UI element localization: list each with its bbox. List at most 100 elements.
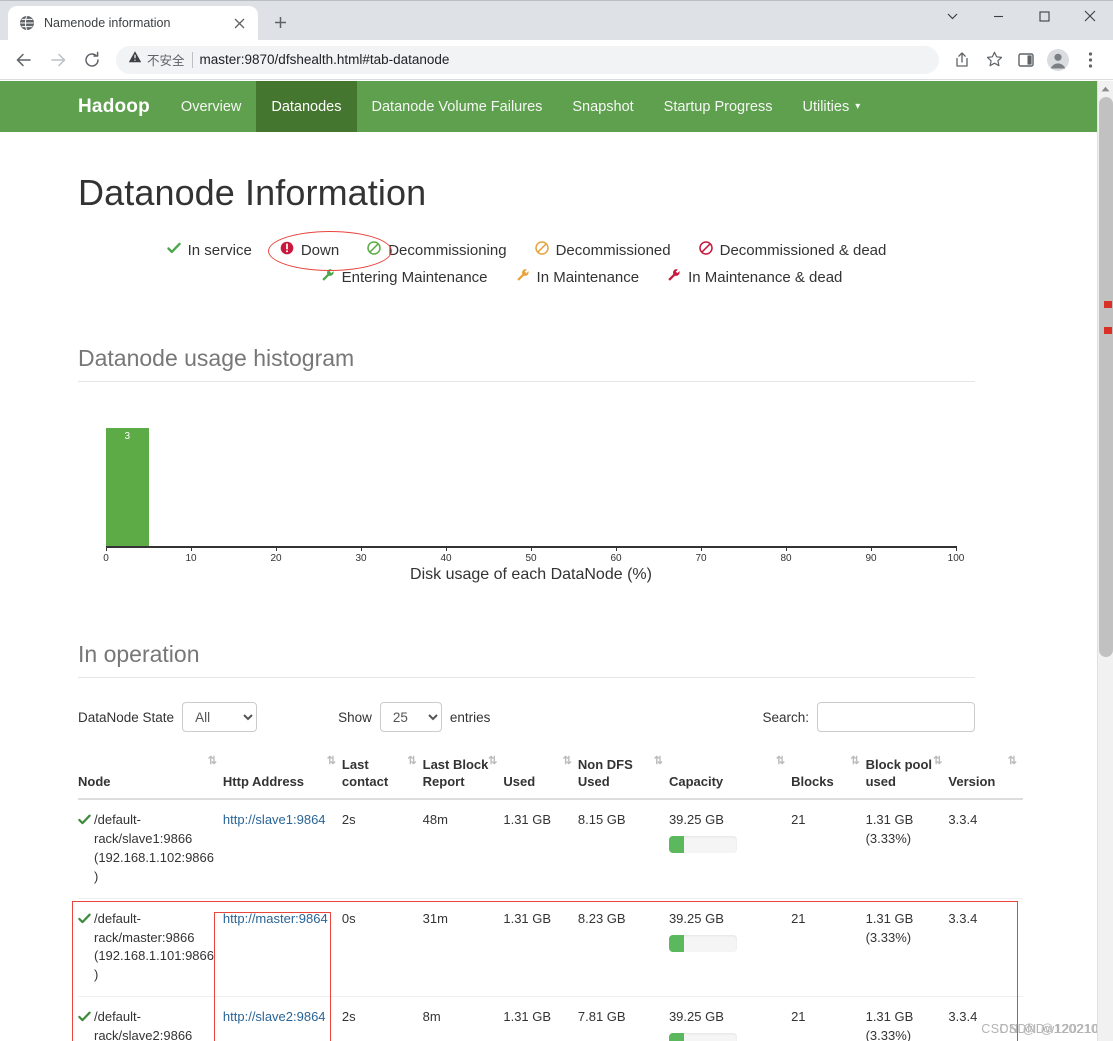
page-scrollbar[interactable] (1097, 81, 1113, 1041)
histogram-tick (531, 546, 532, 551)
window-close-icon[interactable] (1067, 0, 1113, 32)
scrollbar-thumb[interactable] (1099, 97, 1113, 657)
histogram-tick (361, 546, 362, 551)
http-address-link[interactable]: http://slave1:9864 (223, 812, 326, 827)
http-address-link[interactable]: http://master:9864 (223, 911, 328, 926)
cell-version: 3.3.4 (948, 799, 1023, 898)
show-label: Show (338, 710, 372, 725)
histogram-tick-label: 40 (440, 553, 451, 564)
nav-item-utilities[interactable]: Utilities ▾ (787, 81, 875, 132)
histogram-tick-label: 90 (865, 553, 876, 564)
tabstrip: Namenode information (0, 0, 929, 40)
chevron-down-icon[interactable] (929, 0, 975, 32)
legend-in-service: In service (153, 241, 266, 260)
scroll-up-arrow-icon[interactable] (1098, 81, 1113, 97)
nav-item-overview[interactable]: Overview (166, 81, 256, 132)
histogram-bar: 3 (106, 428, 149, 546)
cell-node: /default-rack/slave1:9866 (192.168.1.102… (78, 799, 223, 898)
sort-updown-icon: ⇅ (1008, 754, 1015, 769)
reload-icon[interactable] (76, 44, 108, 76)
table-row[interactable]: /default-rack/slave2:9866 (192.168.1.103… (78, 997, 1023, 1041)
column-label: Used (503, 774, 535, 789)
cell-non-dfs-used: 8.23 GB (578, 898, 669, 996)
hadoop-navbar: Hadoop Overview Datanodes Datanode Volum… (0, 81, 1113, 132)
avatar-icon[interactable] (1043, 45, 1073, 75)
node-name: /default-rack/slave1:9866 (192.168.1.102… (94, 811, 215, 886)
nav-item-datanodes[interactable]: Datanodes (256, 81, 356, 132)
table-row[interactable]: /default-rack/master:9866 (192.168.1.101… (78, 898, 1023, 996)
legend-label: In service (188, 242, 252, 259)
star-icon[interactable] (979, 45, 1009, 75)
cell-used: 1.31 GB (503, 898, 578, 996)
histogram-tick-label: 20 (270, 553, 281, 564)
sort-updown-icon: ⇅ (933, 754, 940, 769)
url-text: master:9870/dfshealth.html#tab-datanode (200, 52, 450, 67)
column-header-last-contact[interactable]: ⇅ Last contact (342, 752, 423, 799)
page-content: Datanode Information In service Down (0, 172, 1053, 1041)
column-header-http-address[interactable]: ⇅ Http Address (223, 752, 342, 799)
address-bar[interactable]: 不安全 master:9870/dfshealth.html#tab-datan… (116, 46, 939, 74)
forward-arrow-icon[interactable] (42, 44, 74, 76)
cell-last-contact: 2s (342, 799, 423, 898)
hadoop-brand[interactable]: Hadoop (62, 81, 166, 132)
histogram-tick-label: 80 (780, 553, 791, 564)
datanodes-table-body: /default-rack/slave1:9866 (192.168.1.102… (78, 799, 1023, 1041)
share-icon[interactable] (947, 45, 977, 75)
legend-decommissioning: Decommissioning (353, 241, 520, 260)
back-arrow-icon[interactable] (8, 44, 40, 76)
close-icon[interactable] (231, 15, 248, 32)
column-header-used[interactable]: ⇅ Used (503, 752, 578, 799)
minimize-icon[interactable] (975, 0, 1021, 32)
column-header-non-dfs-used[interactable]: ⇅ Non DFS Used (578, 752, 669, 799)
sort-updown-icon: ⇅ (208, 754, 215, 769)
histogram-x-axis-label: Disk usage of each DataNode (%) (78, 566, 984, 584)
browser-toolbar: 不安全 master:9870/dfshealth.html#tab-datan… (0, 40, 1113, 80)
side-panel-icon[interactable] (1011, 45, 1041, 75)
browser-tab[interactable]: Namenode information (8, 6, 258, 40)
wrench-icon (321, 268, 335, 287)
column-label: Last Block Report (423, 757, 489, 789)
histogram-tick (786, 546, 787, 551)
capacity-progress-fill (669, 1033, 684, 1041)
legend-label: In Maintenance & dead (688, 269, 842, 286)
http-address-link[interactable]: http://slave2:9864 (223, 1009, 326, 1024)
column-label: Non DFS Used (578, 757, 633, 789)
nav-item-snapshot[interactable]: Snapshot (557, 81, 648, 132)
entries-length-select[interactable]: 25 (380, 702, 442, 732)
cell-used: 1.31 GB (503, 799, 578, 898)
new-tab-button[interactable] (265, 7, 295, 37)
cell-used: 1.31 GB (503, 997, 578, 1041)
column-header-last-block-report[interactable]: ⇅ Last Block Report (423, 752, 504, 799)
column-header-version[interactable]: ⇅ Version (948, 752, 1023, 799)
histogram-tick-label: 70 (695, 553, 706, 564)
column-label: Version (948, 774, 995, 789)
legend-label: Decommissioning (388, 242, 506, 259)
cell-http-address[interactable]: http://master:9864 (223, 898, 342, 996)
security-status[interactable]: 不安全 (128, 50, 185, 69)
legend-label: Entering Maintenance (342, 269, 488, 286)
nav-item-datanode-volume-failures[interactable]: Datanode Volume Failures (357, 81, 558, 132)
node-name: /default-rack/slave2:9866 (192.168.1.103… (94, 1008, 215, 1041)
search-input[interactable] (817, 702, 975, 732)
table-row[interactable]: /default-rack/slave1:9866 (192.168.1.102… (78, 799, 1023, 898)
column-header-node[interactable]: ⇅ Node (78, 752, 223, 799)
datanode-usage-histogram: 3 0102030405060708090100 Disk usage of e… (78, 418, 975, 593)
kebab-menu-icon[interactable] (1075, 45, 1105, 75)
cell-node: /default-rack/slave2:9866 (192.168.1.103… (78, 997, 223, 1041)
column-label: Node (78, 774, 111, 789)
datanode-state-select[interactable]: All (182, 702, 257, 732)
nav-item-startup-progress[interactable]: Startup Progress (649, 81, 788, 132)
nav-item-utilities-label: Utilities (802, 99, 849, 115)
cell-http-address[interactable]: http://slave2:9864 (223, 997, 342, 1041)
cell-http-address[interactable]: http://slave1:9864 (223, 799, 342, 898)
column-header-capacity[interactable]: ⇅ Capacity (669, 752, 791, 799)
histogram-heading: Datanode usage histogram (78, 345, 975, 382)
sort-updown-icon: ⇅ (776, 754, 783, 769)
column-label: Capacity (669, 774, 723, 789)
column-header-blocks[interactable]: ⇅ Blocks (791, 752, 866, 799)
maximize-icon[interactable] (1021, 0, 1067, 32)
datanode-state-label: DataNode State (78, 710, 174, 725)
column-header-block-pool-used[interactable]: ⇅ Block pool used (866, 752, 949, 799)
column-label: Last contact (342, 757, 388, 789)
browser-tab-strip: Namenode information (0, 0, 1113, 40)
